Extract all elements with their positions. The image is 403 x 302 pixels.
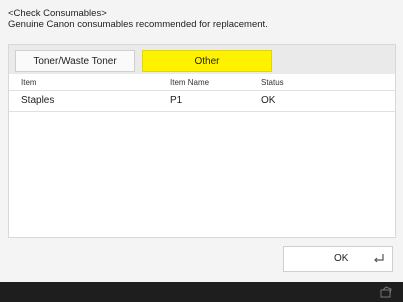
- tab-other[interactable]: Other: [142, 50, 272, 72]
- screen-subtitle: Genuine Canon consumables recommended fo…: [8, 19, 268, 30]
- column-header-item-name: Item Name: [170, 78, 210, 87]
- tab-toner-waste-toner[interactable]: Toner/Waste Toner: [15, 50, 135, 72]
- consumables-panel: Toner/Waste Toner Other Item Item Name S…: [8, 44, 396, 238]
- screen-header: <Check Consumables> Genuine Canon consum…: [8, 8, 398, 30]
- footer-bar: [0, 282, 403, 302]
- cell-item-name: P1: [170, 95, 183, 106]
- cell-status: OK: [261, 95, 276, 106]
- table-header: Item Item Name Status: [9, 76, 395, 91]
- screen-title: <Check Consumables>: [8, 8, 107, 19]
- ok-button-label: OK: [334, 253, 349, 264]
- column-header-status: Status: [261, 78, 284, 87]
- ok-button[interactable]: OK: [283, 246, 393, 272]
- cell-item: Staples: [21, 95, 55, 106]
- device-status-icon[interactable]: [379, 285, 393, 299]
- column-header-item: Item: [21, 78, 37, 87]
- enter-return-icon: [374, 254, 384, 263]
- table-row[interactable]: Staples P1 OK: [9, 91, 395, 112]
- tab-bar: Toner/Waste Toner Other: [9, 45, 395, 74]
